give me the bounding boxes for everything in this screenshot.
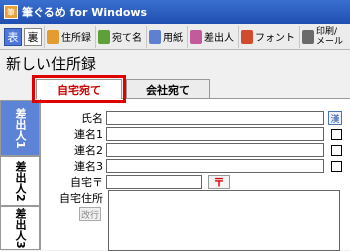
tab-sender-3[interactable]: 差出人3 xyxy=(0,206,40,250)
postal-code-label: 自宅〒 xyxy=(70,176,103,189)
addressee-button[interactable]: 宛て名 xyxy=(95,25,144,48)
address-tabs: 自宅宛て 会社宛て xyxy=(32,75,210,103)
joint-name-2-field[interactable] xyxy=(106,143,324,157)
font-button[interactable]: フォント xyxy=(238,25,297,48)
toolbar: 表 裏 住所録 宛て名 用紙 差出人 フォント 印刷/メール xyxy=(0,24,350,50)
joint-name-1-field[interactable] xyxy=(106,127,324,141)
joint-name-1-label: 連名1 xyxy=(74,128,103,141)
front-toggle-button[interactable]: 表 xyxy=(4,27,22,46)
newline-button[interactable]: 改行 xyxy=(79,207,101,221)
name-label: 氏名 xyxy=(81,112,103,125)
print-mail-button[interactable]: 印刷/メール xyxy=(299,25,346,48)
sender-tabs: 差出人1 差出人2 差出人3 xyxy=(0,100,40,250)
paper-button[interactable]: 用紙 xyxy=(146,25,185,48)
addressbook-button[interactable]: 住所録 xyxy=(44,25,93,48)
tab-home-address[interactable]: 自宅宛て xyxy=(32,75,126,103)
page-title: 新しい住所録 xyxy=(6,55,97,73)
print-mail-label: 印刷/メール xyxy=(316,26,344,47)
joint-name-3-checkbox[interactable] xyxy=(331,160,342,172)
font-label: フォント xyxy=(255,33,295,44)
tab-sender-2[interactable]: 差出人2 xyxy=(0,156,40,206)
font-icon xyxy=(241,29,253,44)
paper-icon xyxy=(149,29,161,44)
address-form: 氏名 漢 連名1 連名2 連名3 自宅〒 〒 自宅住所 改行 xyxy=(40,98,350,251)
joint-name-3-label: 連名3 xyxy=(74,160,103,173)
joint-name-3-field[interactable] xyxy=(106,159,324,173)
tab-company-address[interactable]: 会社宛て xyxy=(126,79,210,99)
envelope-icon xyxy=(98,29,110,44)
address-label: 自宅住所 xyxy=(59,192,103,205)
tab-sender-1[interactable]: 差出人1 xyxy=(0,100,40,156)
postal-code-field[interactable] xyxy=(106,175,202,189)
joint-name-1-checkbox[interactable] xyxy=(331,128,342,140)
postal-lookup-button[interactable]: 〒 xyxy=(208,175,230,189)
joint-name-2-checkbox[interactable] xyxy=(331,144,342,156)
name-field[interactable] xyxy=(106,111,324,125)
addressbook-icon xyxy=(47,29,59,44)
back-toggle-button[interactable]: 裏 xyxy=(24,27,42,46)
addressee-label: 宛て名 xyxy=(112,33,142,44)
kanji-button[interactable]: 漢 xyxy=(328,111,342,125)
person-icon xyxy=(190,29,202,44)
print-icon xyxy=(302,29,314,44)
joint-name-2-label: 連名2 xyxy=(74,144,103,157)
sender-label: 差出人 xyxy=(204,33,234,44)
address-textarea[interactable] xyxy=(108,190,340,251)
title-bar: 筆 筆ぐるめ for Windows xyxy=(0,0,350,24)
window-title: 筆ぐるめ for Windows xyxy=(22,6,148,19)
sender-button[interactable]: 差出人 xyxy=(187,25,236,48)
paper-label: 用紙 xyxy=(163,33,183,44)
app-icon: 筆 xyxy=(4,5,18,19)
addressbook-label: 住所録 xyxy=(61,33,91,44)
